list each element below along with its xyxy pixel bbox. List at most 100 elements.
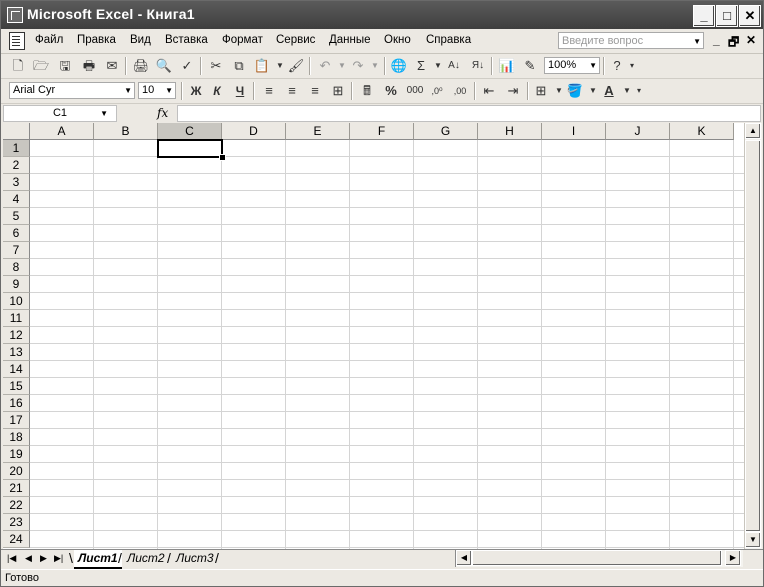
thousands-button[interactable]: 000	[404, 82, 426, 100]
row-header-10[interactable]: 10	[3, 293, 30, 310]
row-header-5[interactable]: 5	[3, 208, 30, 225]
column-header-d[interactable]: D	[222, 123, 286, 140]
merge-center-icon[interactable]: ⊞	[329, 82, 347, 100]
help-dropdown-icon[interactable]: ▼	[693, 33, 701, 50]
fill-handle[interactable]	[219, 154, 226, 161]
sort-descending-icon[interactable]: Я↓	[469, 57, 487, 75]
row-header-15[interactable]: 15	[3, 378, 30, 395]
row-header-14[interactable]: 14	[3, 361, 30, 378]
cut-icon[interactable]: ✂	[207, 57, 225, 75]
zoom-dropdown-icon[interactable]: ▼	[589, 58, 597, 73]
font-color-button[interactable]: А	[600, 82, 618, 100]
row-header-3[interactable]: 3	[3, 174, 30, 191]
formula-input[interactable]	[177, 105, 761, 122]
format-painter-icon[interactable]: 🖌	[287, 57, 305, 75]
paste-icon[interactable]: 📋	[253, 57, 271, 75]
row-header-18[interactable]: 18	[3, 429, 30, 446]
sheet-tab-2[interactable]: Лист2	[123, 550, 169, 567]
close-button[interactable]: ✕	[739, 5, 761, 27]
align-left-icon[interactable]: ≡	[260, 82, 278, 100]
horizontal-scrollbar[interactable]: ◀ ▶	[455, 550, 743, 567]
help-search-input[interactable]: Введите вопрос ▼	[558, 32, 704, 49]
sheet-tab-1[interactable]: Лист1	[74, 550, 122, 569]
font-size-select[interactable]: 10 ▼	[138, 82, 176, 99]
first-sheet-icon[interactable]: |◀	[7, 553, 16, 564]
fill-color-icon[interactable]: 🪣	[566, 82, 584, 100]
drawing-icon[interactable]: ✎	[521, 57, 539, 75]
doc-close-button[interactable]: ✕	[746, 33, 756, 47]
column-header-b[interactable]: B	[94, 123, 158, 140]
row-header-1[interactable]: 1	[3, 140, 30, 157]
font-size-dropdown-icon[interactable]: ▼	[165, 83, 173, 98]
next-sheet-icon[interactable]: ▶	[40, 553, 47, 564]
scroll-right-icon[interactable]: ▶	[725, 550, 741, 566]
row-header-20[interactable]: 20	[3, 463, 30, 480]
doc-restore-button[interactable]: 🗗	[728, 33, 739, 54]
align-center-icon[interactable]: ≡	[283, 82, 301, 100]
column-header-e[interactable]: E	[286, 123, 350, 140]
vertical-scrollbar[interactable]: ▲ ▼	[744, 123, 762, 549]
new-file-icon[interactable]: 🗋	[9, 57, 27, 75]
toolbar-options-icon[interactable]: ▾	[623, 57, 641, 75]
row-header-23[interactable]: 23	[3, 514, 30, 531]
print-preview-icon[interactable]: 🔍	[155, 57, 173, 75]
maximize-button[interactable]: □	[716, 5, 738, 27]
menu-data[interactable]: Данные	[329, 34, 371, 46]
column-header-f[interactable]: F	[350, 123, 414, 140]
column-header-j[interactable]: J	[606, 123, 670, 140]
excel-app-icon[interactable]	[7, 7, 23, 23]
percent-button[interactable]: %	[382, 82, 400, 100]
hyperlink-icon[interactable]: 🌐	[390, 57, 408, 75]
row-header-6[interactable]: 6	[3, 225, 30, 242]
name-box-dropdown-icon[interactable]: ▼	[100, 106, 108, 121]
workbook-icon[interactable]	[9, 32, 25, 50]
column-header-c[interactable]: C	[158, 123, 222, 140]
scroll-left-icon[interactable]: ◀	[456, 550, 472, 566]
resize-grip-icon[interactable]	[746, 570, 763, 586]
row-header-19[interactable]: 19	[3, 446, 30, 463]
bold-button[interactable]: Ж	[187, 82, 205, 100]
copy-icon[interactable]: ⧉	[230, 57, 248, 75]
row-header-9[interactable]: 9	[3, 276, 30, 293]
menu-help[interactable]: Справка	[426, 34, 471, 46]
borders-icon[interactable]: ⊞	[532, 82, 550, 100]
row-header-7[interactable]: 7	[3, 242, 30, 259]
column-header-k[interactable]: K	[670, 123, 734, 140]
row-header-16[interactable]: 16	[3, 395, 30, 412]
increase-decimal-icon[interactable]: ,0⁰	[428, 82, 446, 100]
menu-format[interactable]: Формат	[222, 34, 263, 46]
email-icon[interactable]: ✉	[103, 57, 121, 75]
print-icon[interactable]: 🖨	[132, 57, 150, 75]
horizontal-scroll-thumb[interactable]	[472, 550, 722, 566]
font-name-dropdown-icon[interactable]: ▼	[124, 83, 132, 98]
prev-sheet-icon[interactable]: ◀	[25, 553, 32, 564]
row-header-13[interactable]: 13	[3, 344, 30, 361]
name-box[interactable]: C1 ▼	[3, 105, 117, 122]
scroll-down-icon[interactable]: ▼	[745, 532, 761, 548]
redo-dropdown-icon[interactable]: ▼	[366, 57, 384, 75]
minimize-button[interactable]: _	[693, 5, 715, 27]
column-header-h[interactable]: H	[478, 123, 542, 140]
menu-file[interactable]: Файл	[35, 34, 63, 46]
underline-button[interactable]: Ч	[231, 82, 249, 100]
row-header-8[interactable]: 8	[3, 259, 30, 276]
menu-edit[interactable]: Правка	[77, 34, 116, 46]
row-header-11[interactable]: 11	[3, 310, 30, 327]
column-header-g[interactable]: G	[414, 123, 478, 140]
toolbar-options-icon[interactable]: ▾	[630, 82, 648, 100]
row-header-24[interactable]: 24	[3, 531, 30, 548]
worksheet-grid[interactable]: A B C D E F G H I J K 1 2 3 4 5 6 7 8 9 10 11 12 13 14 15 16 17 18 19…	[3, 123, 744, 549]
decrease-indent-icon[interactable]: ⇤	[480, 82, 498, 100]
row-header-2[interactable]: 2	[3, 157, 30, 174]
align-right-icon[interactable]: ≡	[306, 82, 324, 100]
last-sheet-icon[interactable]: ▶|	[54, 553, 63, 564]
row-header-17[interactable]: 17	[3, 412, 30, 429]
column-header-a[interactable]: A	[30, 123, 94, 140]
scroll-up-icon[interactable]: ▲	[745, 123, 761, 139]
vertical-scroll-thumb[interactable]	[745, 140, 761, 532]
row-header-12[interactable]: 12	[3, 327, 30, 344]
save-icon[interactable]: 🖫	[56, 57, 74, 75]
spelling-icon[interactable]: ✓	[178, 57, 196, 75]
menu-tools[interactable]: Сервис	[276, 34, 315, 46]
chart-wizard-icon[interactable]: 📊	[498, 57, 516, 75]
